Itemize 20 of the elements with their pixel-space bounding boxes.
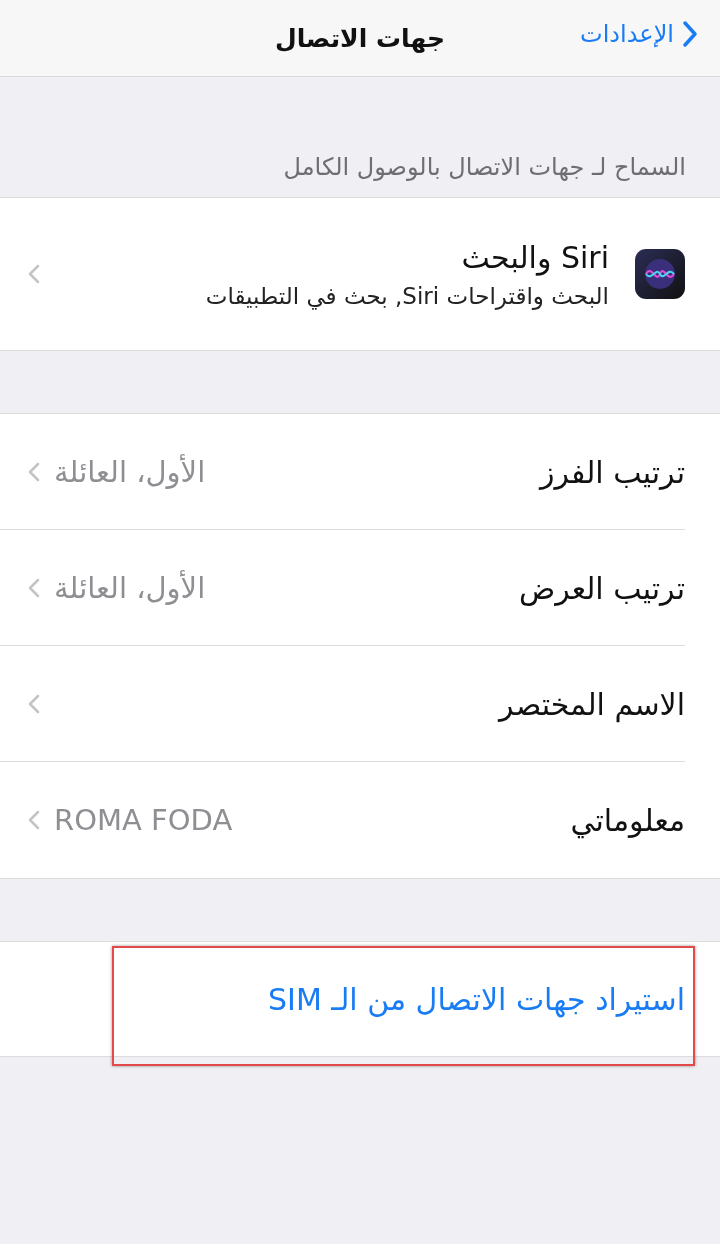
row-label: الاسم المختصر xyxy=(496,686,685,722)
chevron-icon xyxy=(28,810,40,830)
chevron-icon xyxy=(28,462,40,482)
row-label: ترتيب الفرز xyxy=(537,454,685,490)
row-value: الأول، العائلة xyxy=(54,571,206,605)
back-chevron-icon xyxy=(682,20,698,48)
row-label: ترتيب العرض xyxy=(517,570,685,606)
row-value: ROMA FODA xyxy=(54,803,233,837)
section-header: السماح لـ جهات الاتصال بالوصول الكامل xyxy=(282,152,687,183)
row-value: الأول، العائلة xyxy=(54,455,206,489)
chevron-icon xyxy=(28,264,40,284)
row-title: Siri والبحث xyxy=(460,239,609,275)
back-link[interactable]: الإعدادات xyxy=(580,20,698,48)
nav-title: جهات الاتصال xyxy=(275,23,445,53)
chevron-icon xyxy=(28,694,40,714)
chevron-icon xyxy=(28,578,40,598)
row-subtitle: البحث واقتراحات Siri, بحث في التطبيقات xyxy=(204,282,609,309)
row-label: معلوماتي xyxy=(569,802,685,838)
import-sim-link[interactable]: استيراد جهات الاتصال من الـ SIM xyxy=(268,981,685,1017)
siri-icon xyxy=(635,249,685,299)
